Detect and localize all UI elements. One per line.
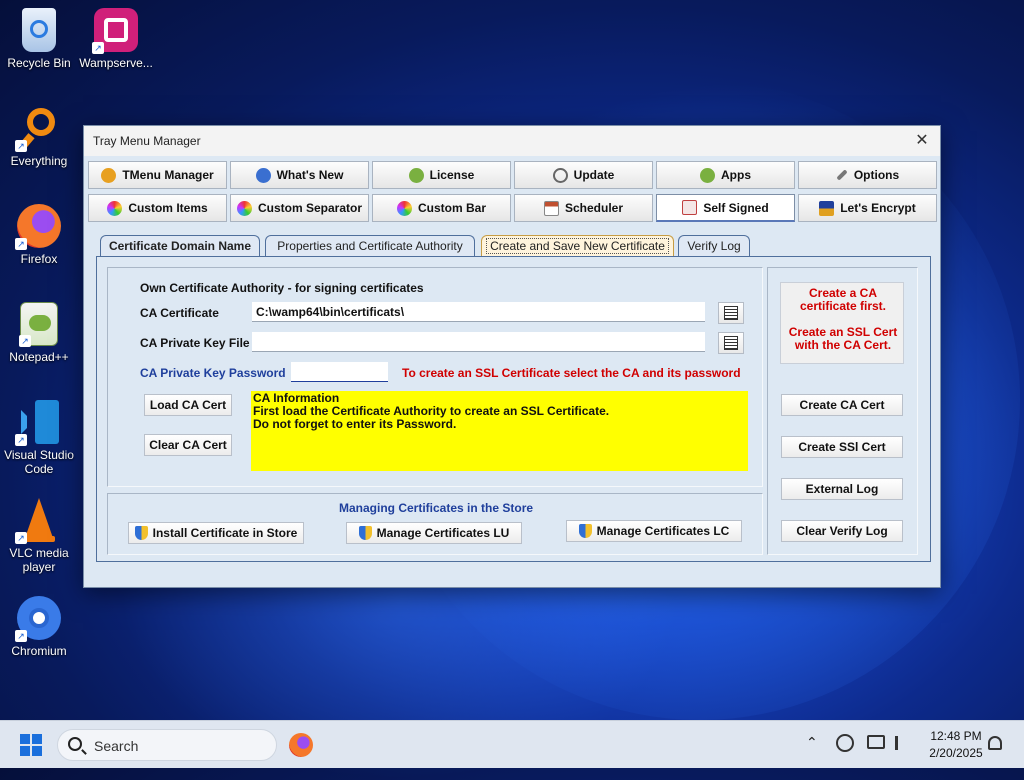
create-certificate-panel: Own Certificate Authority - for signing …: [96, 256, 931, 562]
notepadpp-icon: ↗: [19, 302, 58, 347]
external-log-button[interactable]: External Log: [781, 478, 903, 500]
info-icon: [101, 167, 117, 183]
custom-separator-button[interactable]: Custom Separator: [230, 194, 369, 222]
scheduler-button[interactable]: Scheduler: [514, 194, 653, 222]
vscode-icon: ↗: [15, 400, 61, 446]
apps-icon: [700, 167, 715, 183]
store-group: Managing Certificates in the Store Insta…: [107, 493, 763, 555]
ca-private-key-label: CA Private Key File: [140, 336, 250, 350]
whats-new-button[interactable]: What's New: [230, 161, 369, 189]
tab-properties-ca[interactable]: Properties and Certificate Authority: [265, 235, 475, 256]
taskbar-firefox-icon[interactable]: [289, 733, 313, 757]
globe-icon: [255, 167, 271, 183]
custom-bar-button[interactable]: Custom Bar: [372, 194, 511, 222]
color-wheel-icon: [107, 200, 123, 216]
wampserver-icon: ↗: [92, 8, 138, 54]
search-icon: [68, 737, 82, 751]
notification-bell-icon[interactable]: [988, 736, 1002, 750]
tab-certificate-domain-name[interactable]: Certificate Domain Name: [100, 235, 260, 256]
desktop-icon-everything[interactable]: ↗ Everything: [1, 106, 77, 168]
browse-ca-private-key-button[interactable]: [718, 332, 744, 354]
vlc-icon: ↗: [15, 498, 61, 544]
desktop-icon-recycle-bin[interactable]: Recycle Bin: [1, 8, 77, 70]
options-button[interactable]: Options: [798, 161, 937, 189]
taskbar: Search ⌃ 12:48 PM 2/20/2025: [0, 720, 1024, 768]
desktop-icon-vlc[interactable]: ↗ VLC media player: [1, 498, 77, 574]
tab-verify-log[interactable]: Verify Log: [678, 235, 750, 256]
volume-muted-icon[interactable]: [895, 736, 907, 750]
everything-search-icon: ↗: [15, 106, 61, 152]
ca-information-box: CA Information First load the Certificat…: [251, 391, 748, 471]
color-wheel-icon: [396, 200, 412, 216]
notice-box: Create a CA certificate first. Create an…: [780, 282, 904, 364]
manage-certificates-lc-button[interactable]: Manage Certificates LC: [566, 520, 742, 542]
ca-certificate-label: CA Certificate: [140, 306, 219, 320]
taskbar-search-box[interactable]: Search: [57, 729, 277, 761]
browse-file-icon: [724, 336, 738, 350]
firefox-icon: ↗: [15, 204, 61, 250]
green-circle-icon: [408, 167, 424, 183]
show-hidden-icons-chevron-icon[interactable]: ⌃: [806, 735, 820, 749]
desktop-icon-wampserver[interactable]: ↗ Wampserve...: [78, 8, 154, 70]
window-titlebar[interactable]: Tray Menu Manager ✕: [84, 126, 940, 156]
create-ssl-cert-button[interactable]: Create SSl Cert: [781, 436, 903, 458]
ca-password-field[interactable]: [291, 362, 388, 382]
windows-logo-icon: [20, 734, 30, 744]
uac-shield-icon: [358, 526, 372, 540]
desktop-icon-notepadpp[interactable]: ↗ Notepad++: [1, 302, 77, 364]
calendar-icon: [543, 200, 559, 216]
sync-alert-icon[interactable]: [836, 734, 854, 752]
clear-verify-log-button[interactable]: Clear Verify Log: [781, 520, 903, 542]
apps-button[interactable]: Apps: [656, 161, 795, 189]
manage-certificates-lu-button[interactable]: Manage Certificates LU: [346, 522, 522, 544]
window-close-button[interactable]: ✕: [910, 129, 934, 153]
wrench-icon: [836, 169, 848, 181]
window-title: Tray Menu Manager: [93, 134, 201, 148]
load-ca-cert-button[interactable]: Load CA Cert: [144, 394, 232, 416]
tmenu-manager-button[interactable]: TMenu Manager: [88, 161, 227, 189]
browse-ca-certificate-button[interactable]: [718, 302, 744, 324]
ssl-hint-text: To create an SSL Certificate select the …: [402, 366, 741, 380]
update-button[interactable]: Update: [514, 161, 653, 189]
lets-encrypt-button[interactable]: Let's Encrypt: [798, 194, 937, 222]
store-section-title: Managing Certificates in the Store: [339, 501, 534, 515]
desktop-icon-vscode[interactable]: ↗ Visual Studio Code: [1, 400, 77, 476]
uac-shield-icon: [134, 526, 148, 540]
clock-time[interactable]: 12:48 PM: [918, 729, 994, 743]
create-ca-cert-button[interactable]: Create CA Cert: [781, 394, 903, 416]
ca-password-label: CA Private Key Password: [140, 366, 286, 380]
install-certificate-store-button[interactable]: Install Certificate in Store: [128, 522, 304, 544]
desktop-icon-chromium[interactable]: ↗ Chromium: [1, 596, 77, 658]
ca-private-key-field[interactable]: [252, 332, 705, 352]
tray-menu-manager-window: Tray Menu Manager ✕ TMenu Manager What's…: [83, 125, 941, 588]
clear-ca-cert-button[interactable]: Clear CA Cert: [144, 434, 232, 456]
browse-file-icon: [724, 306, 738, 320]
clock-date[interactable]: 2/20/2025: [918, 746, 994, 760]
color-wheel-icon: [236, 200, 252, 216]
tab-create-save-certificate[interactable]: Create and Save New Certificate: [481, 235, 674, 256]
uac-shield-icon: [578, 524, 592, 538]
recycle-bin-icon: [22, 8, 56, 52]
own-ca-group: Own Certificate Authority - for signing …: [107, 267, 763, 487]
own-ca-section-title: Own Certificate Authority - for signing …: [140, 281, 424, 295]
desktop-icon-firefox[interactable]: ↗ Firefox: [1, 204, 77, 266]
certificate-icon: [682, 200, 698, 215]
network-icon[interactable]: [867, 735, 885, 749]
refresh-clock-icon: [552, 167, 568, 183]
lock-certificate-icon: [819, 200, 835, 216]
ca-certificate-field[interactable]: [252, 302, 705, 322]
start-button[interactable]: [20, 734, 42, 756]
actions-group: Create a CA certificate first. Create an…: [767, 267, 918, 555]
custom-items-button[interactable]: Custom Items: [88, 194, 227, 222]
chromium-icon: ↗: [15, 596, 61, 642]
license-button[interactable]: License: [372, 161, 511, 189]
self-signed-button[interactable]: Self Signed: [656, 194, 795, 222]
